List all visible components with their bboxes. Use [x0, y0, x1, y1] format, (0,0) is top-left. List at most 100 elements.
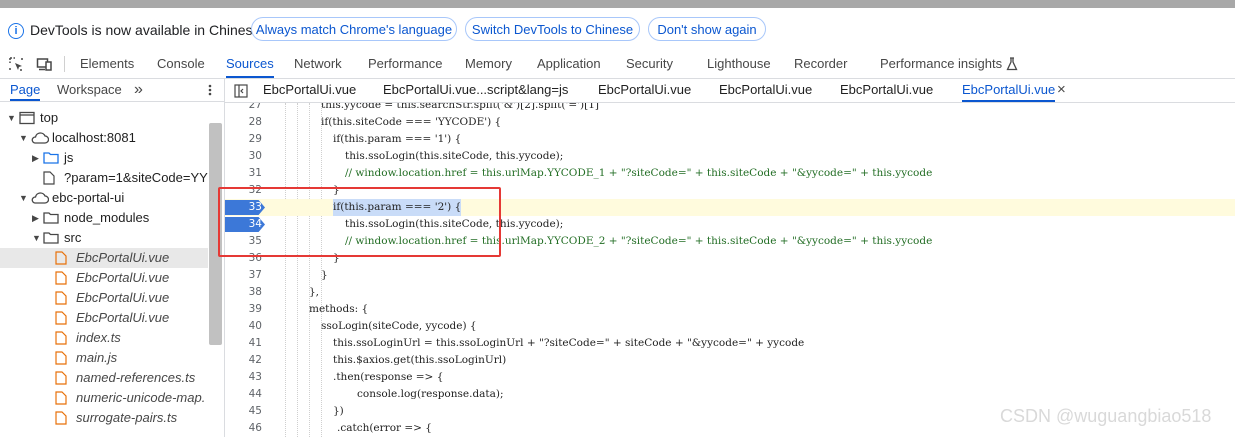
line-number[interactable]: 44: [225, 386, 262, 403]
switch-to-chinese-button[interactable]: Switch DevTools to Chinese: [465, 17, 640, 41]
code-line[interactable]: 28 if(this.siteCode === 'YYCODE') {: [225, 114, 1235, 131]
navigator-tabs: Page Workspace »: [0, 79, 224, 102]
code-line[interactable]: 41 this.ssoLoginUrl = this.ssoLoginUrl +…: [225, 335, 1235, 352]
info-icon: i: [8, 23, 24, 39]
line-number[interactable]: 37: [225, 267, 262, 284]
tab-page[interactable]: Page: [10, 79, 41, 101]
expanded-arrow-icon[interactable]: ▼: [32, 228, 42, 248]
inspect-element-icon[interactable]: [8, 56, 24, 72]
toggle-navigator-icon[interactable]: [234, 84, 248, 98]
tree-item-file[interactable]: EbcPortalUi.vue: [0, 248, 208, 268]
tab-performance[interactable]: Performance: [368, 50, 442, 78]
code-line[interactable]: 37 }: [225, 267, 1235, 284]
tree-label: ebc-portal-ui: [52, 190, 125, 205]
code-line[interactable]: 30 this.ssoLogin(this.siteCode, this.yyc…: [225, 148, 1235, 165]
dont-show-again-button[interactable]: Don't show again: [648, 17, 766, 41]
tree-label: surrogate-pairs.ts: [76, 410, 178, 425]
tree-label: EbcPortalUi.vue: [76, 290, 170, 305]
tree-item-top[interactable]: ▼ top: [0, 108, 208, 128]
tree-item-ebc-portal-ui[interactable]: ▼ ebc-portal-ui: [0, 188, 208, 208]
tab-console[interactable]: Console: [157, 50, 205, 78]
editor-tab[interactable]: EbcPortalUi.vue: [598, 79, 691, 102]
code-text: .then(response => {: [333, 371, 444, 383]
code-editor[interactable]: 27 this.yycode = this.searchStr.split('&…: [225, 103, 1235, 437]
tree-item-file[interactable]: EbcPortalUi.vue: [0, 268, 208, 288]
cloud-icon: [31, 192, 49, 204]
close-tab-icon[interactable]: ×: [1057, 79, 1066, 102]
line-number[interactable]: 42: [225, 352, 262, 369]
tab-lighthouse[interactable]: Lighthouse: [707, 50, 771, 78]
collapsed-arrow-icon[interactable]: ▶: [32, 148, 42, 168]
line-number[interactable]: 31: [225, 165, 262, 182]
editor-tab[interactable]: EbcPortalUi.vue: [263, 79, 356, 102]
editor-tab[interactable]: EbcPortalUi.vue: [840, 79, 933, 102]
code-line[interactable]: 31 // window.location.href = this.urlMap…: [225, 165, 1235, 182]
line-number[interactable]: 39: [225, 301, 262, 318]
line-number[interactable]: 46: [225, 420, 262, 437]
tab-elements[interactable]: Elements: [80, 50, 134, 78]
tab-performance-insights[interactable]: Performance insights: [880, 50, 1002, 78]
tree-item-file[interactable]: EbcPortalUi.vue: [0, 288, 208, 308]
tree-item-js-folder[interactable]: ▶ js: [0, 148, 208, 168]
collapsed-arrow-icon[interactable]: ▶: [32, 208, 42, 228]
device-toolbar-icon[interactable]: [36, 56, 52, 72]
folder-icon: [43, 212, 59, 224]
code-text: if(this.param === '1') {: [333, 133, 462, 145]
line-number[interactable]: 30: [225, 148, 262, 165]
code-line[interactable]: 42 this.$axios.get(this.ssoLoginUrl): [225, 352, 1235, 369]
file-icon: [55, 371, 67, 385]
tree-item-document[interactable]: ?param=1&siteCode=YY: [0, 168, 208, 188]
tree-item-file[interactable]: EbcPortalUi.vue: [0, 308, 208, 328]
line-number[interactable]: 29: [225, 131, 262, 148]
tree-label: node_modules: [64, 210, 150, 225]
tab-application[interactable]: Application: [537, 50, 601, 78]
code-line[interactable]: 39 methods: {: [225, 301, 1235, 318]
tab-network[interactable]: Network: [294, 50, 342, 78]
tree-item-file[interactable]: numeric-unicode-map.: [0, 388, 208, 408]
code-line[interactable]: 44 console.log(response.data);: [225, 386, 1235, 403]
expanded-arrow-icon[interactable]: ▼: [7, 108, 17, 128]
annotation-highlight-box: [218, 187, 501, 257]
editor-tab[interactable]: EbcPortalUi.vue: [719, 79, 812, 102]
code-line[interactable]: 29 if(this.param === '1') {: [225, 131, 1235, 148]
more-tabs-chevron-icon[interactable]: »: [134, 79, 143, 101]
code-line[interactable]: 27 this.yycode = this.searchStr.split('&…: [225, 103, 1235, 114]
line-number[interactable]: 27: [225, 103, 262, 114]
tree-item-localhost[interactable]: ▼ localhost:8081: [0, 128, 208, 148]
tab-workspace[interactable]: Workspace: [57, 79, 122, 101]
tree-item-file[interactable]: main.js: [0, 348, 208, 368]
code-line[interactable]: 38 },: [225, 284, 1235, 301]
line-number[interactable]: 40: [225, 318, 262, 335]
more-options-icon[interactable]: [204, 83, 216, 97]
always-match-language-button[interactable]: Always match Chrome's language: [251, 17, 457, 41]
tree-item-file[interactable]: named-references.ts: [0, 368, 208, 388]
tree-label: numeric-unicode-map.: [76, 390, 206, 405]
tree-label: top: [40, 110, 59, 125]
code-line[interactable]: 40 ssoLogin(siteCode, yycode) {: [225, 318, 1235, 335]
code-text: if(this.siteCode === 'YYCODE') {: [321, 116, 502, 128]
tree-item-file[interactable]: index.ts: [0, 328, 208, 348]
code-text: },: [309, 286, 320, 298]
tab-memory[interactable]: Memory: [465, 50, 512, 78]
tab-security[interactable]: Security: [626, 50, 673, 78]
line-number[interactable]: 43: [225, 369, 262, 386]
expanded-arrow-icon[interactable]: ▼: [19, 188, 29, 208]
code-line[interactable]: 43 .then(response => {: [225, 369, 1235, 386]
code-text: .catch(error => {: [337, 422, 432, 434]
tree-item-file[interactable]: surrogate-pairs.ts: [0, 408, 208, 428]
sources-navigator: Page Workspace » ▼ top ▼ localhost:8081 …: [0, 79, 225, 437]
tab-recorder[interactable]: Recorder: [794, 50, 847, 78]
tree-item-src[interactable]: ▼ src: [0, 228, 208, 248]
editor-tab[interactable]: EbcPortalUi.vue...script&lang=js: [383, 79, 568, 102]
editor-tab-active[interactable]: EbcPortalUi.vue: [962, 79, 1056, 102]
line-number[interactable]: 41: [225, 335, 262, 352]
line-number[interactable]: 28: [225, 114, 262, 131]
line-number[interactable]: 45: [225, 403, 262, 420]
editor-tabs: EbcPortalUi.vue EbcPortalUi.vue...script…: [225, 79, 1235, 103]
watermark: CSDN @wuguangbiao518: [1000, 406, 1212, 426]
window-top-strip: [0, 0, 1235, 8]
expanded-arrow-icon[interactable]: ▼: [19, 128, 29, 148]
tab-sources[interactable]: Sources: [226, 50, 274, 78]
line-number[interactable]: 38: [225, 284, 262, 301]
tree-item-node-modules[interactable]: ▶ node_modules: [0, 208, 208, 228]
